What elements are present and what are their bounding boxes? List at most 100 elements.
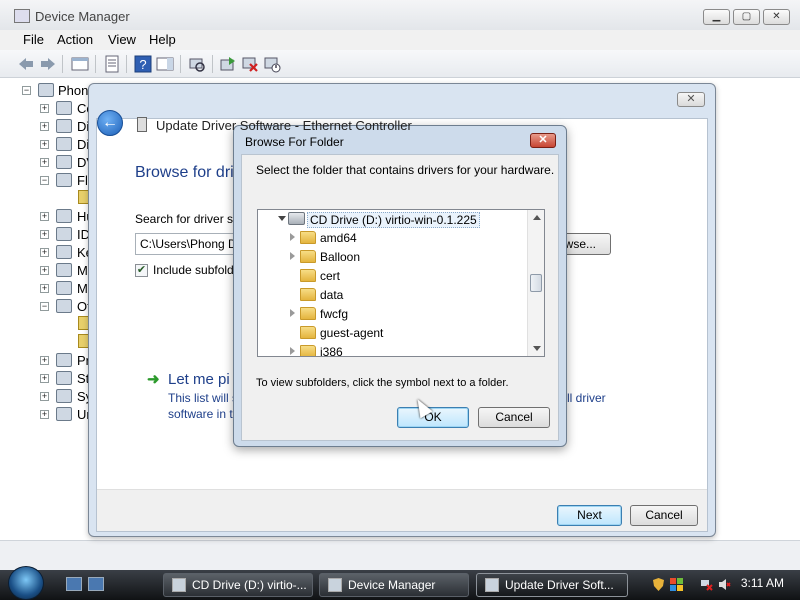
tree-expander[interactable]: + [40,356,49,365]
properties-icon[interactable] [103,55,121,73]
folder-item[interactable]: data [258,286,528,305]
collapse-triangle-icon[interactable] [278,216,286,221]
mouse-icon [56,263,72,277]
scroll-down-icon[interactable] [533,346,541,351]
network-icon[interactable] [700,578,713,591]
expand-triangle-icon[interactable] [290,252,295,260]
cancel-button[interactable]: Cancel [630,505,698,526]
tree-expander[interactable]: + [40,410,49,419]
wizard-heading: Browse for dri [135,164,234,181]
taskbar-button-label: Device Manager [348,578,436,592]
tree-expander[interactable]: + [40,374,49,383]
maximize-button[interactable]: ▢ [733,9,760,25]
tree-expander[interactable]: + [40,230,49,239]
include-subfolders-label: Include subfold [153,263,234,277]
tree-expander[interactable]: − [22,86,31,95]
expand-triangle-icon[interactable] [290,347,295,355]
system-devices-icon [56,389,72,403]
folder-tree-root[interactable]: CD Drive (D:) virtio-win-0.1.225 [258,210,528,229]
tree-expander[interactable]: − [40,302,49,311]
folder-label: Balloon [320,250,361,264]
toolbar-separator [126,55,127,73]
minimize-button[interactable]: ▁ [703,9,730,25]
tree-expander[interactable]: + [40,104,49,113]
toolbar: ? [0,50,800,78]
vertical-scrollbar[interactable] [527,210,544,356]
tree-expander[interactable]: + [40,122,49,131]
expand-triangle-icon[interactable] [290,233,295,241]
windows-flag-icon[interactable] [670,578,683,591]
show-hide-tree-icon[interactable] [71,55,89,73]
next-button[interactable]: Next [557,505,622,526]
folder-item[interactable]: Balloon [258,248,528,267]
action-pane-icon[interactable] [156,55,174,73]
dialog-close-button[interactable]: ✕ [530,133,556,148]
cancel-button[interactable]: Cancel [478,407,550,428]
menu-view[interactable]: View [108,32,136,47]
title-bar[interactable]: Device Manager ▁ ▢ ✕ [0,0,800,30]
back-arrow-icon[interactable] [17,55,35,73]
tree-expander[interactable]: − [40,176,49,185]
device-manager-icon [328,578,342,592]
taskbar-button-label: CD Drive (D:) virtio-... [192,578,307,592]
folder-item[interactable]: fwcfg [258,305,528,324]
computer-category-icon [56,101,72,115]
folder-item[interactable]: i386 [258,343,528,356]
help-icon[interactable]: ? [134,55,152,73]
folder-item[interactable]: amd64 [258,229,528,248]
hid-icon [56,209,72,223]
expand-triangle-icon[interactable] [290,309,295,317]
let-me-pick-link[interactable]: Let me pi [168,371,230,388]
menu-help[interactable]: Help [149,32,176,47]
scan-hardware-icon[interactable] [188,55,206,73]
device-icon [485,578,499,592]
status-bar [0,540,800,570]
switch-windows-icon[interactable] [88,577,104,591]
tree-expander[interactable]: + [40,212,49,221]
show-desktop-icon[interactable] [66,577,82,591]
start-button[interactable] [8,566,44,600]
tree-item-label: M [77,281,88,296]
wizard-close-button[interactable]: ✕ [677,92,705,107]
folder-label: data [320,288,344,302]
green-arrow-icon: ➜ [147,371,160,388]
scroll-thumb[interactable] [530,274,542,292]
menu-action[interactable]: Action [57,32,93,47]
folder-tree[interactable]: CD Drive (D:) virtio-win-0.1.225 amd64 B… [257,209,545,357]
disable-device-icon[interactable] [263,55,281,73]
toolbar-separator [95,55,96,73]
tree-expander[interactable]: + [40,284,49,293]
taskbar-button-active[interactable]: Update Driver Soft... [476,573,628,597]
pick-description: software in t [168,407,233,421]
tree-expander[interactable]: + [40,140,49,149]
tree-expander[interactable]: + [40,158,49,167]
folder-icon [300,269,316,282]
scroll-up-icon[interactable] [533,215,541,220]
forward-arrow-icon[interactable] [39,55,57,73]
menu-file[interactable]: File [23,32,44,47]
include-subfolders-checkbox[interactable]: ✔ [135,264,148,277]
volume-icon[interactable] [718,578,731,591]
taskbar-button[interactable]: Device Manager [319,573,469,597]
taskbar-button[interactable]: CD Drive (D:) virtio-... [163,573,313,597]
dialog-body: Select the folder that contains drivers … [241,154,559,441]
device-manager-icon [14,9,30,23]
tree-expander[interactable]: + [40,266,49,275]
ok-button[interactable]: OK [397,407,469,428]
device-icon [137,117,147,132]
close-button[interactable]: ✕ [763,9,790,25]
update-driver-icon[interactable] [219,55,237,73]
uninstall-icon[interactable] [241,55,259,73]
security-shield-icon[interactable] [652,578,665,591]
tree-expander[interactable]: + [40,248,49,257]
search-label: Search for driver so [135,212,240,226]
back-button[interactable]: ← [97,110,123,136]
tree-expander[interactable]: + [40,392,49,401]
folder-item[interactable]: guest-agent [258,324,528,343]
folder-icon [300,250,316,263]
folder-item[interactable]: cert [258,267,528,286]
tree-item-label: Fl [77,173,88,188]
display-adapter-icon [56,137,72,151]
folder-label: fwcfg [320,307,349,321]
usb-controller-icon [56,407,72,421]
